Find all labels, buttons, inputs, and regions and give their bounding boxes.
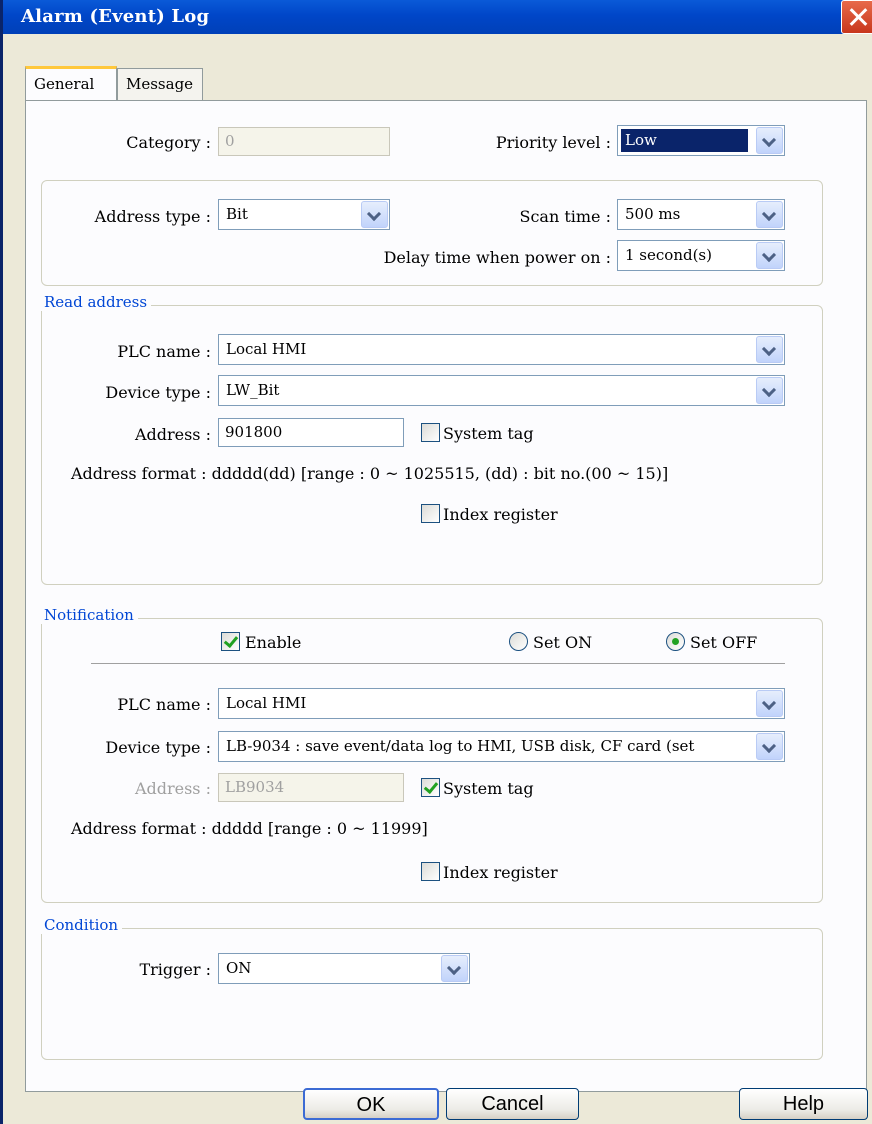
close-button[interactable]: [841, 0, 872, 34]
read-device-type-value: LW_Bit: [226, 381, 280, 399]
tab-message[interactable]: Message: [117, 68, 203, 100]
notification-title: Notification: [40, 606, 138, 624]
notify-index-register-checkbox[interactable]: [421, 862, 440, 881]
set-off-label: Set OFF: [690, 633, 758, 652]
chevron-down-icon[interactable]: [756, 336, 783, 363]
chevron-down-icon[interactable]: [361, 201, 388, 228]
chevron-down-icon[interactable]: [756, 690, 783, 717]
read-system-tag-label: System tag: [443, 424, 534, 443]
notify-plc-name-label: PLC name :: [117, 695, 211, 714]
trigger-value: ON: [226, 959, 252, 977]
condition-title: Condition: [40, 916, 123, 934]
chevron-down-icon[interactable]: [756, 733, 783, 760]
dialog-window: Alarm (Event) Log General Message Catego…: [0, 0, 872, 1124]
priority-level-label: Priority level :: [495, 133, 611, 152]
title-bar[interactable]: Alarm (Event) Log: [3, 0, 872, 34]
address-type-label: Address type :: [94, 207, 211, 226]
notify-address-field: LB9034: [218, 773, 404, 802]
read-device-type-select[interactable]: LW_Bit: [218, 375, 785, 406]
delay-time-select[interactable]: 1 second(s): [617, 240, 785, 271]
read-address-format: Address format : ddddd(dd) [range : 0 ~ …: [71, 464, 669, 483]
set-off-radio[interactable]: [666, 632, 685, 651]
priority-level-value: Low: [620, 128, 749, 153]
notify-index-register-label: Index register: [443, 863, 558, 882]
priority-level-select[interactable]: Low: [617, 125, 785, 156]
read-plc-name-select[interactable]: Local HMI: [218, 334, 785, 365]
help-button[interactable]: Help: [739, 1088, 868, 1120]
enable-checkbox[interactable]: [221, 632, 240, 651]
address-type-value: Bit: [226, 205, 248, 223]
notify-plc-name-select[interactable]: Local HMI: [218, 688, 785, 719]
read-index-register-checkbox[interactable]: [421, 504, 440, 523]
chevron-down-icon[interactable]: [756, 377, 783, 404]
chevron-down-icon[interactable]: [756, 127, 783, 154]
set-on-label: Set ON: [533, 633, 593, 652]
delay-time-value: 1 second(s): [625, 246, 712, 264]
read-address-field[interactable]: 901800: [218, 418, 404, 447]
address-type-select[interactable]: Bit: [218, 199, 390, 230]
notify-address-label: Address :: [134, 779, 211, 798]
read-device-type-label: Device type :: [105, 383, 211, 402]
trigger-select[interactable]: ON: [218, 953, 470, 984]
notify-address-format: Address format : ddddd [range : 0 ~ 1199…: [71, 819, 428, 838]
chevron-down-icon[interactable]: [756, 201, 783, 228]
set-on-radio[interactable]: [509, 632, 528, 651]
notify-device-type-label: Device type :: [105, 738, 211, 757]
category-label: Category :: [126, 133, 211, 152]
notify-plc-name-value: Local HMI: [226, 694, 307, 712]
scan-time-label: Scan time :: [519, 207, 611, 226]
read-index-register-label: Index register: [443, 505, 558, 524]
read-plc-name-value: Local HMI: [226, 340, 307, 358]
ok-button[interactable]: OK: [303, 1088, 439, 1120]
trigger-label: Trigger :: [139, 960, 211, 979]
tab-general[interactable]: General: [25, 66, 117, 100]
cancel-button[interactable]: Cancel: [446, 1088, 579, 1120]
read-plc-name-label: PLC name :: [117, 342, 211, 361]
notify-device-type-value: LB-9034 : save event/data log to HMI, US…: [226, 737, 695, 755]
notification-separator: [91, 663, 785, 664]
chevron-down-icon[interactable]: [756, 242, 783, 269]
enable-label: Enable: [245, 633, 302, 652]
notify-system-tag-label: System tag: [443, 779, 534, 798]
chevron-down-icon[interactable]: [441, 955, 468, 982]
category-field[interactable]: 0: [218, 127, 390, 156]
read-address-title: Read address: [40, 293, 152, 311]
condition-group: [41, 928, 823, 1060]
scan-time-select[interactable]: 500 ms: [617, 199, 785, 230]
window-title: Alarm (Event) Log: [21, 6, 210, 27]
scan-time-value: 500 ms: [625, 205, 681, 223]
notify-system-tag-checkbox[interactable]: [421, 778, 440, 797]
read-address-label: Address :: [134, 425, 211, 444]
delay-time-label: Delay time when power on :: [383, 248, 611, 267]
notify-device-type-select[interactable]: LB-9034 : save event/data log to HMI, US…: [218, 731, 785, 762]
read-system-tag-checkbox[interactable]: [421, 423, 440, 442]
